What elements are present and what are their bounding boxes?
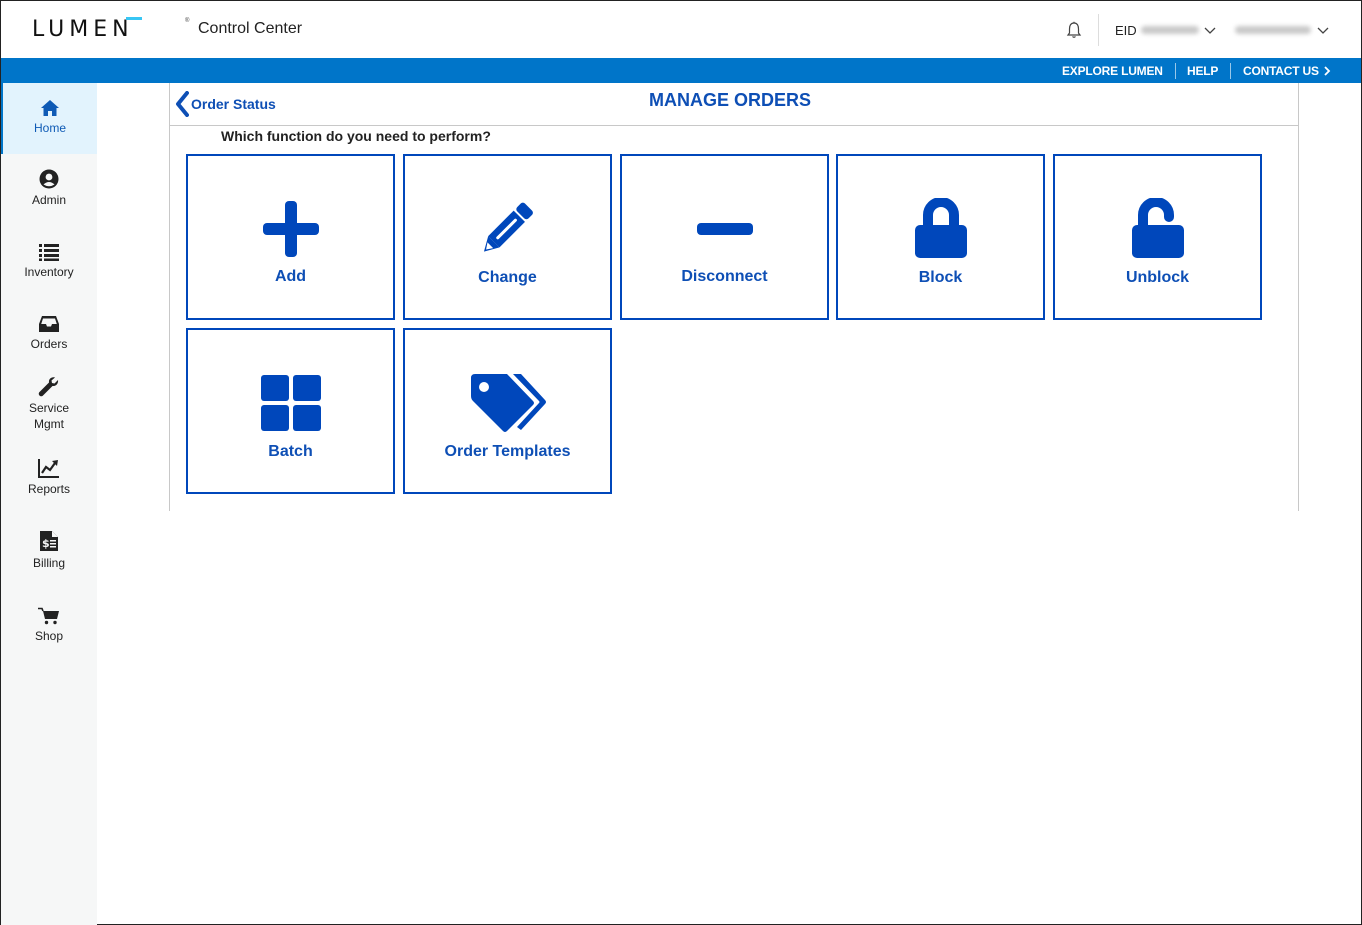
home-icon [41,100,59,116]
sidebar-item-billing[interactable]: $ Billing [1,517,97,587]
sidebar-item-home[interactable]: Home [1,83,97,154]
tile-label: Add [274,268,307,285]
disconnect-tile[interactable]: Disconnect [620,154,829,320]
tags-icon [470,374,546,432]
sidebar-label: Inventory [24,265,74,279]
tile-label: Block [918,269,963,286]
tile-label: Disconnect [681,268,768,285]
sidebar-item-shop[interactable]: Shop [1,589,97,659]
unblock-tile[interactable]: Unblock [1053,154,1262,320]
grid-icon [260,375,321,431]
sidebar-item-orders[interactable]: Orders [1,299,97,369]
minus-icon [696,223,753,235]
sidebar-label: Billing [32,556,65,570]
add-tile[interactable]: Add [186,154,395,320]
sidebar-label: Admin [31,193,66,207]
utility-divider [1230,63,1231,79]
function-prompt: Which function do you need to perform? [221,128,491,144]
eid-label: EID [1115,23,1137,38]
chevron-down-icon [1317,27,1329,34]
contact-us-label: CONTACT US [1243,64,1319,78]
sidebar-item-service-mgmt[interactable]: Service Mgmt [1,371,97,443]
lock-icon [914,198,967,258]
top-header: LUMEN ® Control Center EID [1,1,1361,58]
chart-line-icon [38,459,59,478]
utility-bar: EXPLORE LUMEN HELP CONTACT US [1,58,1361,83]
back-link-label: Order Status [191,96,276,112]
sidebar-label: Orders [30,337,68,351]
change-tile[interactable]: Change [403,154,612,320]
lumen-logo[interactable]: LUMEN ® [32,16,189,42]
registered-mark: ® [185,18,190,24]
eid-value-redacted [1141,26,1199,34]
wrench-icon [38,377,59,397]
order-templates-tile[interactable]: Order Templates [403,328,612,494]
tile-label: Order Templates [444,443,571,460]
sidebar-label: Reports [27,482,71,496]
contact-us-link[interactable]: CONTACT US [1243,64,1332,78]
plus-icon [262,201,319,257]
sidebar-label-line1: Service [28,401,69,415]
utility-divider [1175,63,1176,79]
panel-header: Order Status MANAGE ORDERS [170,83,1298,126]
invoice-icon: $ [40,531,58,551]
username-redacted [1235,26,1311,34]
explore-lumen-link[interactable]: EXPLORE LUMEN [1062,64,1163,78]
chevron-right-icon [1324,66,1331,76]
bell-icon[interactable] [1065,21,1083,39]
help-link[interactable]: HELP [1187,64,1218,78]
batch-tile[interactable]: Batch [186,328,395,494]
sidebar-label: Shop [34,629,64,643]
brand-name: LUMEN [32,16,134,42]
sidebar-label: Home [33,121,66,135]
tile-label: Change [478,269,537,286]
unlock-icon [1131,198,1184,258]
block-tile[interactable]: Block [836,154,1045,320]
app-title: Control Center [198,20,303,37]
cart-icon [38,607,59,625]
page-title: MANAGE ORDERS [649,90,812,110]
svg-text:$: $ [42,537,50,550]
pencil-icon [483,202,533,252]
user-circle-icon [39,169,59,189]
sidebar-item-inventory[interactable]: Inventory [1,227,97,297]
tile-label: Unblock [1125,269,1190,286]
chevron-down-icon [1204,27,1216,34]
sidebar-label: Service Mgmt [1,400,97,432]
header-divider [1098,14,1099,46]
chevron-left-icon [176,91,189,117]
inbox-icon [39,316,59,332]
list-icon [39,244,59,261]
manage-orders-panel: Order Status MANAGE ORDERS Which functio… [169,83,1299,511]
sidebar-item-admin[interactable]: Admin [1,155,97,225]
sidebar-nav: Home Admin Inventory Orders Service Mgmt… [1,83,97,925]
sidebar-label-line2: Mgmt [34,417,64,431]
logo-accent [126,17,142,20]
sidebar-item-reports[interactable]: Reports [1,445,97,515]
order-status-back-link[interactable]: Order Status [175,90,276,118]
tile-label: Batch [268,443,313,460]
